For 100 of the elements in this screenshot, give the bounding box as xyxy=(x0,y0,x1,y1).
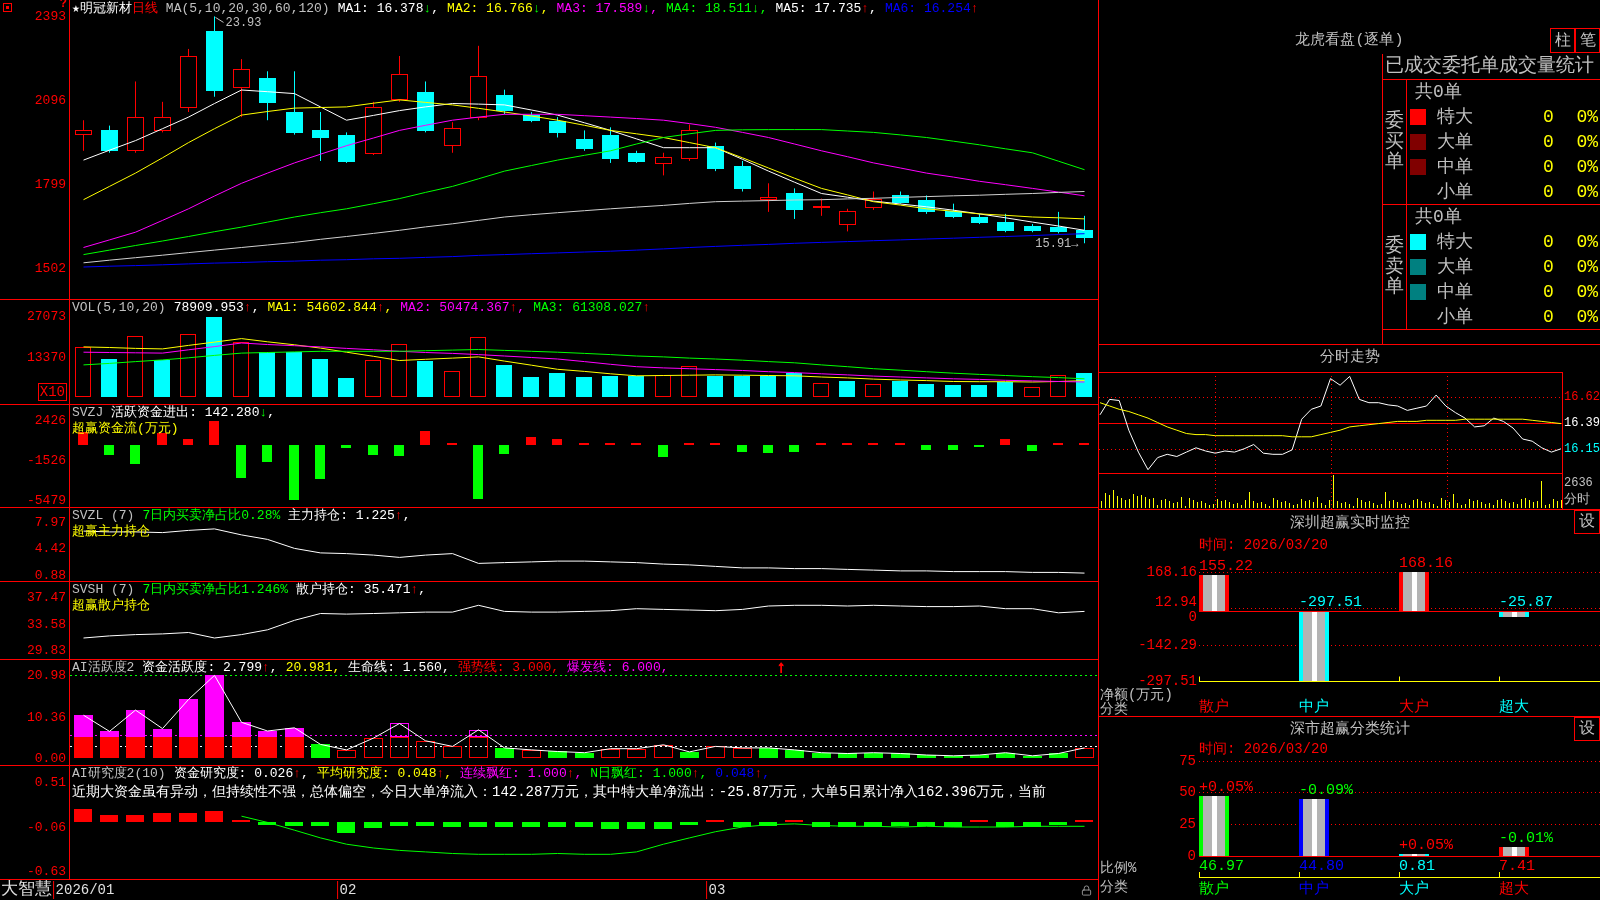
indicator-name: AI研究度2(10) xyxy=(72,767,166,781)
panel-title: 分时走势 xyxy=(1319,350,1380,368)
order-size-label: 中单 xyxy=(1437,281,1474,302)
candlestick xyxy=(1050,211,1067,234)
lock-icon[interactable] xyxy=(1081,884,1092,896)
axis-tick-label: 50 xyxy=(1179,785,1196,799)
bar-value-label: 0.81 xyxy=(1399,859,1435,874)
volume-tick-label: 2636 xyxy=(1564,477,1593,489)
candlestick xyxy=(918,194,935,215)
indicator-reading: MA5: 17.735↑, xyxy=(775,2,877,16)
axis-tick-label: -0.06 xyxy=(27,821,66,834)
axis-tick-label: -297.51 xyxy=(1138,674,1197,688)
axis-tick-label: 75 xyxy=(1179,754,1196,768)
candlestick xyxy=(971,213,988,225)
indicator-reading: 主力持仓: 1.225↑, xyxy=(288,509,411,523)
leader-line xyxy=(215,16,224,23)
axis-tick-label: 2393 xyxy=(34,10,66,23)
indicator-reading: MA1: 54602.844↑, xyxy=(267,301,393,315)
indicator-name: SVSH (7) xyxy=(72,583,135,597)
order-size-label: 大单 xyxy=(1437,256,1474,277)
view-toggle-button[interactable]: 笔 xyxy=(1575,28,1600,53)
indicator-reading: MA6: 16.254↑ xyxy=(884,2,979,16)
axis-tick-label: 168.16 xyxy=(1146,565,1197,579)
candlestick xyxy=(259,70,276,121)
order-count: 0 xyxy=(1543,256,1554,277)
category-label: 散户 xyxy=(1199,882,1229,897)
bar-value-label: 168.16 xyxy=(1399,556,1453,571)
category-label: 中户 xyxy=(1299,700,1329,715)
stock-name: ★明冠新材 xyxy=(72,2,132,16)
indicator-reading: 爆发线: 6.000, xyxy=(567,661,669,675)
indicator-reading: MA2: 16.766↓, xyxy=(447,2,549,16)
candlestick xyxy=(628,150,645,164)
square-icon xyxy=(3,3,12,12)
analysis-text: 近期大资金虽有异动，但持续性不强，总体偏空，今日大单净流入：142.287万元，其中特大单净流出：-25.87万元，大单5日累计净入162.396万元，当前 xyxy=(72,784,1047,800)
scale-multiplier: X10 xyxy=(37,383,67,401)
candlestick xyxy=(391,55,408,103)
axis-tick-label: 0 xyxy=(1187,849,1196,863)
brand-name: 大智慧 xyxy=(1,881,52,899)
indicator-reading: N日飘红: 1.000↑, xyxy=(590,767,708,781)
view-toggle-button[interactable]: 柱 xyxy=(1550,28,1575,53)
order-size-label: 特大 xyxy=(1437,106,1474,127)
order-count: 0 xyxy=(1543,231,1554,252)
axis-title: 比例% xyxy=(1100,861,1137,875)
timestamp: 时间: 2026/03/20 xyxy=(1199,537,1328,553)
price-tick-label: 16.39 xyxy=(1564,417,1600,429)
signal-arrow: ↑ xyxy=(776,661,787,675)
indicator-caption: 超赢资金流(万元) xyxy=(72,422,179,436)
indicator-reading: 资金研究度: 0.026↑, xyxy=(173,767,309,781)
order-count: 0 xyxy=(1543,106,1554,127)
indicator-reading: 0.048↑, xyxy=(715,767,770,781)
order-count: 0 xyxy=(1543,181,1554,202)
indicator-name: AI活跃度2 xyxy=(72,661,135,675)
order-share: 0% xyxy=(1576,106,1598,127)
indicator-reading: 资金活跃度: 2.799↑, xyxy=(142,661,278,675)
axis-tick-label: 2426 xyxy=(34,414,66,427)
axis-tick-label: 2096 xyxy=(34,94,66,107)
candlestick xyxy=(681,123,698,162)
candlestick xyxy=(286,70,303,136)
candlestick xyxy=(839,208,856,232)
volume-unit-label: 分时 xyxy=(1564,493,1590,507)
category-label: 超大 xyxy=(1499,882,1529,897)
indicator-caption: 超赢散户持仓 xyxy=(72,599,150,613)
indicator-reading: 平均研究度: 0.048↑, xyxy=(316,767,453,781)
axis-tick-label: 7.97 xyxy=(34,516,66,529)
settings-button[interactable]: 设 xyxy=(1574,717,1600,741)
category-label: 大户 xyxy=(1399,882,1429,897)
candlestick xyxy=(365,101,382,156)
period-label: 日线 xyxy=(131,2,158,16)
order-total: 共0单 xyxy=(1415,82,1462,102)
order-share: 0% xyxy=(1576,181,1598,202)
order-size-label: 小单 xyxy=(1437,306,1474,327)
order-count: 0 xyxy=(1543,131,1554,152)
change-label: +0.05% xyxy=(1199,780,1253,795)
candlestick xyxy=(707,142,724,172)
candlestick xyxy=(1024,223,1041,233)
panel-title: 深圳超赢实时监控 xyxy=(1289,516,1410,534)
indicator-reading: MA3: 61308.027↑ xyxy=(533,301,651,315)
axis-tick-label: 0 xyxy=(1188,610,1197,624)
candlestick xyxy=(233,58,250,118)
low-price-label: 15.91→ xyxy=(1035,237,1079,252)
candlestick xyxy=(312,111,329,162)
indicator-reading: 生命线: 1.560, xyxy=(348,661,450,675)
axis-tick-label: 1799 xyxy=(34,178,66,191)
indicator-reading: 78909.953↑, xyxy=(173,301,260,315)
candlestick xyxy=(75,119,92,152)
axis-tick-label: 33.58 xyxy=(27,618,66,631)
category-label: 散户 xyxy=(1199,700,1229,715)
price-tick-label: 16.62 xyxy=(1564,391,1600,403)
axis-tick-label: 25 xyxy=(1179,817,1196,831)
candlestick xyxy=(576,129,593,152)
axis-tick-label: 4.42 xyxy=(34,542,66,555)
settings-button[interactable]: 设 xyxy=(1574,510,1600,534)
axis-tick-label: 37.47 xyxy=(27,591,66,604)
axis-tick-label: 29.83 xyxy=(27,644,66,657)
axis-tick-label: 0.51 xyxy=(34,776,66,789)
change-label: -0.09% xyxy=(1299,783,1353,798)
candlestick xyxy=(865,191,882,211)
price-tick-label: 16.15 xyxy=(1564,443,1600,455)
change-label: -0.01% xyxy=(1499,831,1553,846)
axis-tick-label: 12.94 xyxy=(1155,595,1197,609)
